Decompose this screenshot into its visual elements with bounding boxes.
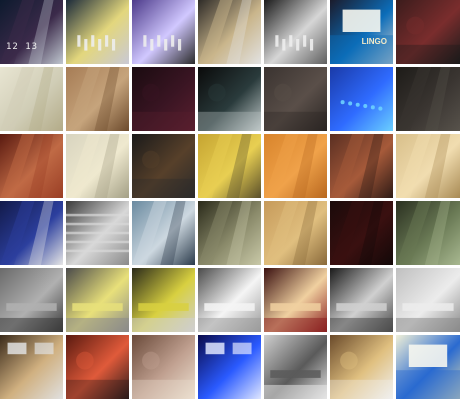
image-tile-16: [66, 134, 129, 198]
image-tile-40: [264, 335, 327, 399]
image-tile-21: [396, 134, 460, 198]
image-tile-17: [132, 134, 195, 198]
image-tile-23: [66, 201, 129, 265]
image-tile-42: [396, 335, 460, 399]
image-tile-31: [132, 268, 195, 332]
image-tile-3: [132, 0, 195, 64]
image-tile-10: [132, 67, 195, 131]
sign-text: LINGO: [361, 37, 387, 46]
image-tile-20: [330, 134, 393, 198]
image-tile-1: 12 13: [0, 0, 63, 64]
image-tile-15: [0, 134, 63, 198]
image-tile-8: [0, 67, 63, 131]
image-tile-22: [0, 201, 63, 265]
image-tile-24: [132, 201, 195, 265]
image-tile-25: [198, 201, 261, 265]
image-tile-29: [0, 268, 63, 332]
image-tile-7: [396, 0, 460, 64]
image-tile-2: [66, 0, 129, 64]
image-tile-34: [330, 268, 393, 332]
image-tile-41: [330, 335, 393, 399]
image-tile-11: [198, 67, 261, 131]
image-tile-26: [264, 201, 327, 265]
image-tile-32: [198, 268, 261, 332]
image-tile-27: [330, 201, 393, 265]
scoreboard-text: 12 13: [6, 42, 39, 52]
image-tile-19: [264, 134, 327, 198]
image-tile-38: [132, 335, 195, 399]
image-tile-33: [264, 268, 327, 332]
image-tile-18: [198, 134, 261, 198]
image-tile-4: [198, 0, 261, 64]
image-tile-36: [0, 335, 63, 399]
image-tile-12: [264, 67, 327, 131]
image-tile-28: [396, 201, 460, 265]
image-tile-30: [66, 268, 129, 332]
image-tile-5: [264, 0, 327, 64]
image-tile-39: [198, 335, 261, 399]
image-tile-37: [66, 335, 129, 399]
image-tile-13: [330, 67, 393, 131]
image-tile-14: [396, 67, 460, 131]
image-tile-35: [396, 268, 460, 332]
image-mosaic: 12 13 LINGO: [0, 0, 460, 404]
image-tile-6: LINGO: [330, 0, 393, 64]
image-tile-9: [66, 67, 129, 131]
